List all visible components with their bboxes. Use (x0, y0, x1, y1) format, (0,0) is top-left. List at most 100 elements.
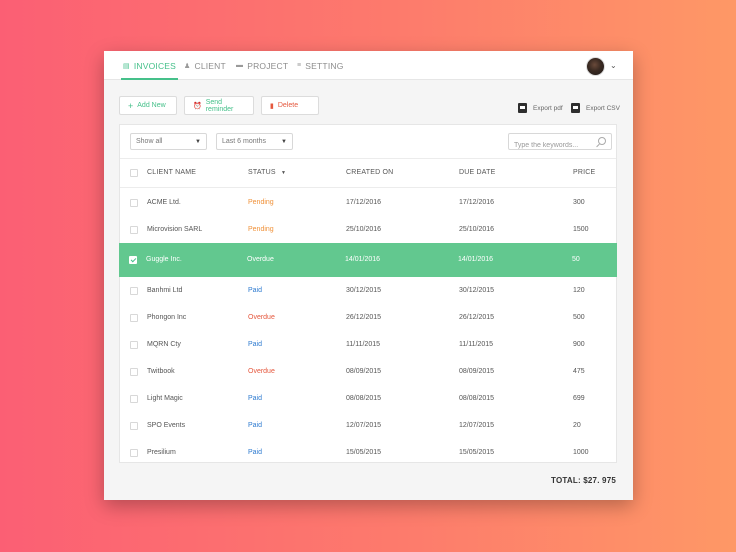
status-cell: Pending (248, 199, 274, 206)
table-row[interactable]: Phongon Inc Overdue 26/12/2015 26/12/201… (120, 304, 618, 331)
status-cell: Paid (248, 449, 263, 456)
top-navigation: ▤ INVOICES ♟ CLIENT ▬ PROJECT ≡ SETTING … (104, 51, 633, 80)
row-checkbox[interactable] (130, 368, 138, 376)
status-cell: Paid (248, 341, 263, 348)
client-name-cell: ACME Ltd. (147, 199, 181, 206)
client-name-cell: Light Magic (147, 395, 183, 402)
plus-icon: + (128, 100, 134, 111)
row-checkbox[interactable] (130, 395, 138, 403)
tab-client[interactable]: ♟ CLIENT (184, 51, 226, 80)
row-checkbox[interactable] (130, 287, 138, 295)
show-filter-value: Show all (136, 138, 163, 145)
due-date-cell: 26/12/2015 (459, 314, 495, 321)
caret-down-icon: ▼ (281, 138, 287, 145)
due-date-cell: 15/05/2015 (459, 449, 495, 456)
header-status[interactable]: STATUS ▼ (248, 169, 286, 176)
period-filter-value: Last 6 months (222, 138, 266, 145)
alarm-clock-icon: ⏰ (193, 102, 202, 110)
delete-button[interactable]: ▮ Delete (261, 96, 319, 115)
table-row[interactable]: Microvision SARL Pending 25/10/2016 25/1… (120, 216, 618, 243)
client-name-cell: Microvision SARL (147, 226, 203, 233)
client-name-cell: SPO Events (147, 422, 186, 429)
due-date-cell: 30/12/2015 (459, 287, 495, 294)
row-checkbox-checked[interactable] (129, 256, 137, 264)
tab-setting[interactable]: ≡ SETTING (297, 51, 344, 80)
table-row[interactable]: ACME Ltd. Pending 17/12/2016 17/12/2016 … (120, 189, 618, 216)
status-cell: Pending (248, 226, 274, 233)
export-pdf-label: Export pdf (533, 104, 563, 112)
client-name-cell: Twitbook (147, 368, 175, 375)
status-cell: Overdue (248, 314, 275, 321)
created-on-cell: 25/10/2016 (346, 226, 382, 233)
row-checkbox[interactable] (130, 449, 138, 457)
add-new-button[interactable]: + Add New (119, 96, 177, 115)
sort-down-icon: ▼ (280, 170, 287, 176)
due-date-cell: 11/11/2015 (459, 341, 493, 348)
printer-icon (571, 103, 580, 113)
invoices-window: ▤ INVOICES ♟ CLIENT ▬ PROJECT ≡ SETTING … (104, 51, 633, 500)
send-reminder-button[interactable]: ⏰ Send reminder (184, 96, 254, 115)
row-checkbox[interactable] (130, 341, 138, 349)
price-cell: 1500 (573, 226, 589, 233)
table-row[interactable]: Banhmi Ltd Paid 30/12/2015 30/12/2015 12… (120, 277, 618, 304)
chevron-down-icon[interactable]: ⌄ (610, 61, 617, 70)
price-cell: 1000 (573, 449, 589, 456)
header-client-name[interactable]: CLIENT NAME (147, 169, 196, 176)
due-date-cell: 25/10/2016 (459, 226, 495, 233)
row-checkbox[interactable] (130, 199, 138, 207)
row-checkbox[interactable] (130, 226, 138, 234)
avatar[interactable] (586, 57, 605, 76)
tab-invoices[interactable]: ▤ INVOICES (120, 51, 179, 80)
printer-icon (518, 103, 527, 113)
document-icon: ▤ (123, 62, 130, 70)
select-all-checkbox[interactable] (130, 169, 138, 177)
header-price[interactable]: PRICE (573, 169, 595, 176)
period-filter-select[interactable]: Last 6 months ▼ (216, 133, 293, 150)
table-row[interactable]: MQRN Cty Paid 11/11/2015 11/11/2015 900 (120, 331, 618, 358)
row-checkbox[interactable] (130, 422, 138, 430)
table-header: CLIENT NAME STATUS ▼ CREATED ON DUE DATE… (120, 158, 616, 188)
status-cell: Paid (248, 287, 263, 294)
search-input[interactable] (509, 138, 593, 153)
created-on-cell: 17/12/2016 (346, 199, 382, 206)
search-icon[interactable] (598, 137, 606, 145)
show-filter-select[interactable]: Show all ▼ (130, 133, 207, 150)
user-icon: ♟ (184, 62, 191, 70)
tab-project[interactable]: ▬ PROJECT (236, 51, 288, 80)
price-cell: 475 (573, 368, 585, 375)
tab-label: PROJECT (247, 60, 289, 71)
table-body: ACME Ltd. Pending 17/12/2016 17/12/2016 … (119, 189, 618, 466)
tab-label: INVOICES (133, 60, 177, 71)
table-row[interactable]: SPO Events Paid 12/07/2015 12/07/2015 20 (120, 412, 618, 439)
created-on-cell: 08/08/2015 (346, 395, 382, 402)
search-box (508, 133, 612, 153)
created-on-cell: 11/11/2015 (346, 341, 380, 348)
due-date-cell: 08/08/2015 (459, 395, 495, 402)
header-due-date[interactable]: DUE DATE (459, 169, 495, 176)
client-name-cell: Guggle Inc. (146, 256, 182, 263)
created-on-cell: 12/07/2015 (346, 422, 382, 429)
table-row[interactable]: Twitbook Overdue 08/09/2015 08/09/2015 4… (120, 358, 618, 385)
export-csv-label: Export CSV (586, 104, 620, 112)
trash-icon: ▮ (270, 102, 274, 110)
table-row-selected[interactable]: Guggle Inc. Overdue 14/01/2016 14/01/201… (119, 243, 617, 277)
invoice-total: TOTAL: $27. 975 (551, 476, 616, 485)
row-checkbox[interactable] (130, 314, 138, 322)
created-on-cell: 15/05/2015 (346, 449, 382, 456)
price-cell: 20 (573, 422, 581, 429)
client-name-cell: Banhmi Ltd (147, 287, 183, 294)
due-date-cell: 12/07/2015 (459, 422, 495, 429)
table-row[interactable]: Presilium Paid 15/05/2015 15/05/2015 100… (120, 439, 618, 466)
created-on-cell: 26/12/2015 (346, 314, 382, 321)
invoice-table-panel: Show all ▼ Last 6 months ▼ CLIENT NAME S… (119, 124, 617, 463)
export-pdf-button[interactable]: Export pdf (518, 103, 563, 113)
delete-label: Delete (277, 102, 299, 109)
header-created-on[interactable]: CREATED ON (346, 169, 393, 176)
table-row[interactable]: Light Magic Paid 08/08/2015 08/08/2015 6… (120, 385, 618, 412)
created-on-cell: 14/01/2016 (345, 256, 381, 263)
export-csv-button[interactable]: Export CSV (571, 103, 620, 113)
folder-icon: ▬ (236, 62, 244, 69)
created-on-cell: 08/09/2015 (346, 368, 382, 375)
client-name-cell: Phongon Inc (147, 314, 187, 321)
price-cell: 300 (573, 199, 585, 206)
